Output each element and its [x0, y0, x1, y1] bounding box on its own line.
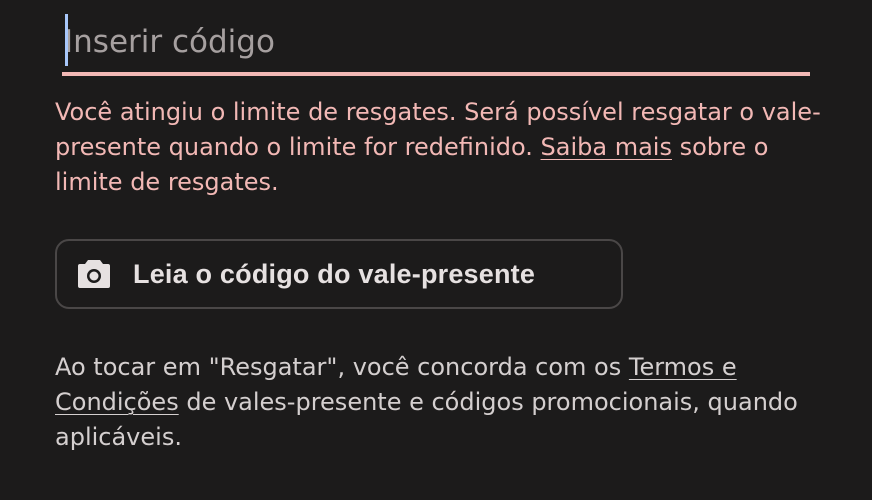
redeem-screen: Você atingiu o limite de resgates. Será … [0, 0, 872, 500]
redeem-limit-error: Você atingiu o limite de resgates. Será … [55, 95, 835, 200]
terms-notice: Ao tocar em "Resgatar", você concorda co… [55, 350, 835, 455]
code-input-field[interactable] [62, 12, 812, 76]
scan-button-label: Leia o código do vale-presente [133, 258, 536, 289]
terms-text-start: Ao tocar em "Resgatar", você concorda co… [55, 353, 629, 381]
scan-gift-card-button[interactable]: Leia o código do vale-presente [55, 239, 623, 309]
learn-more-link[interactable]: Saiba mais [541, 133, 672, 161]
code-input[interactable] [62, 12, 812, 72]
text-cursor [65, 14, 68, 66]
code-input-underline [62, 72, 810, 76]
camera-icon [77, 259, 111, 289]
